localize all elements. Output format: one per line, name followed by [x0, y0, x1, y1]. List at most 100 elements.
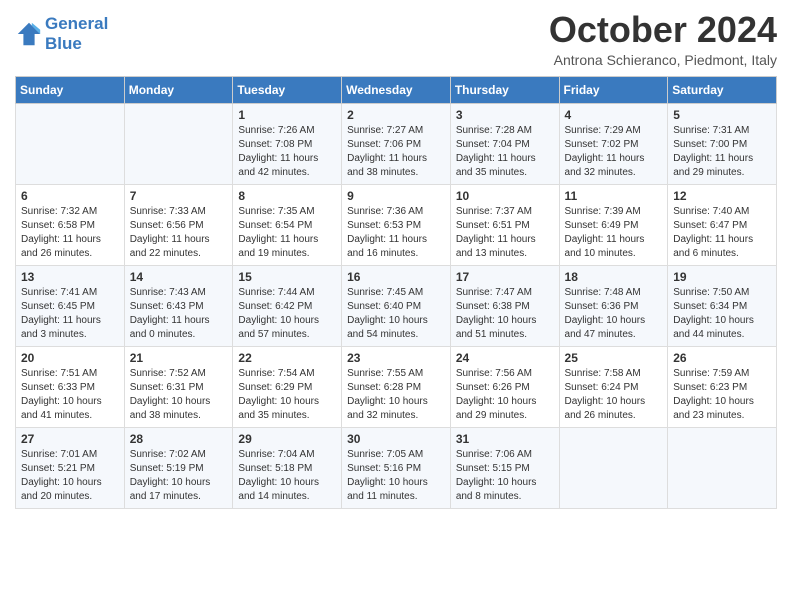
- day-number: 28: [130, 432, 228, 446]
- week-row-3: 13 Sunrise: 7:41 AMSunset: 6:45 PMDayligh…: [16, 265, 777, 346]
- cell-day: 14Sunrise: 7:43 AMSunset: 6:43 PMDayligh…: [124, 265, 233, 346]
- logo: General Blue: [15, 14, 108, 55]
- cell-day: 1Sunrise: 7:26 AMSunset: 7:08 PMDaylight…: [233, 103, 342, 184]
- calendar-table: Sunday Monday Tuesday Wednesday Thursday…: [15, 76, 777, 509]
- cell-day: 23 Sunrise: 7:55 AMSunset: 6:28 PMDayligh…: [342, 346, 451, 427]
- day-info: Sunrise: 7:31 AMSunset: 7:00 PMDaylight:…: [673, 124, 771, 180]
- day-number: 31: [456, 432, 554, 446]
- day-number: 6: [21, 189, 119, 203]
- col-saturday: Saturday: [668, 76, 777, 103]
- day-info: Sunrise: 7:58 AMSunset: 6:24 PMDaylight:…: [565, 367, 663, 423]
- day-number: 17: [456, 270, 554, 284]
- day-number: 3: [456, 108, 554, 122]
- logo-blue: Blue: [45, 34, 108, 54]
- day-number: 23: [347, 351, 445, 365]
- day-info: Sunrise: 7:47 AMSunset: 6:38 PMDaylight:…: [456, 286, 554, 342]
- header-row: Sunday Monday Tuesday Wednesday Thursday…: [16, 76, 777, 103]
- cell-day: 5 Sunrise: 7:31 AMSunset: 7:00 PMDaylight…: [668, 103, 777, 184]
- week-row-5: 27 Sunrise: 7:01 AMSunset: 5:21 PMDayligh…: [16, 427, 777, 508]
- day-info: Sunrise: 7:32 AMSunset: 6:58 PMDaylight:…: [21, 205, 119, 261]
- day-info: Sunrise: 7:48 AMSunset: 6:36 PMDaylight:…: [565, 286, 663, 342]
- day-info: Sunrise: 7:45 AMSunset: 6:40 PMDaylight:…: [347, 286, 445, 342]
- cell-day: 27 Sunrise: 7:01 AMSunset: 5:21 PMDayligh…: [16, 427, 125, 508]
- logo-icon: [15, 20, 43, 48]
- day-number: 24: [456, 351, 554, 365]
- cell-day: 26 Sunrise: 7:59 AMSunset: 6:23 PMDayligh…: [668, 346, 777, 427]
- day-info: Sunrise: 7:39 AMSunset: 6:49 PMDaylight:…: [565, 205, 663, 261]
- day-number: 18: [565, 270, 663, 284]
- logo-general: General: [45, 14, 108, 33]
- day-number: 8: [238, 189, 336, 203]
- cell-day: [124, 103, 233, 184]
- cell-day: 9 Sunrise: 7:36 AMSunset: 6:53 PMDaylight…: [342, 184, 451, 265]
- day-info: Sunrise: 7:36 AMSunset: 6:53 PMDaylight:…: [347, 205, 445, 261]
- col-friday: Friday: [559, 76, 668, 103]
- cell-day: 7Sunrise: 7:33 AMSunset: 6:56 PMDaylight…: [124, 184, 233, 265]
- title-block: October 2024 Antrona Schieranco, Piedmon…: [549, 10, 777, 68]
- day-number: 22: [238, 351, 336, 365]
- day-info: Sunrise: 7:28 AMSunset: 7:04 PMDaylight:…: [456, 124, 554, 180]
- cell-day: [16, 103, 125, 184]
- day-number: 26: [673, 351, 771, 365]
- cell-day: 12Sunrise: 7:40 AMSunset: 6:47 PMDayligh…: [668, 184, 777, 265]
- day-info: Sunrise: 7:44 AMSunset: 6:42 PMDaylight:…: [238, 286, 336, 342]
- header: General Blue October 2024 Antrona Schier…: [15, 10, 777, 68]
- cell-day: 16 Sunrise: 7:45 AMSunset: 6:40 PMDayligh…: [342, 265, 451, 346]
- cell-day: 20 Sunrise: 7:51 AMSunset: 6:33 PMDayligh…: [16, 346, 125, 427]
- day-number: 16: [347, 270, 445, 284]
- day-number: 19: [673, 270, 771, 284]
- month-title: October 2024: [549, 10, 777, 50]
- col-tuesday: Tuesday: [233, 76, 342, 103]
- day-number: 15: [238, 270, 336, 284]
- col-thursday: Thursday: [450, 76, 559, 103]
- day-number: 12: [673, 189, 771, 203]
- day-number: 11: [565, 189, 663, 203]
- cell-day: 25 Sunrise: 7:58 AMSunset: 6:24 PMDayligh…: [559, 346, 668, 427]
- cell-day: 24Sunrise: 7:56 AMSunset: 6:26 PMDayligh…: [450, 346, 559, 427]
- day-number: 10: [456, 189, 554, 203]
- day-info: Sunrise: 7:41 AMSunset: 6:45 PMDaylight:…: [21, 286, 119, 342]
- col-monday: Monday: [124, 76, 233, 103]
- day-info: Sunrise: 7:52 AMSunset: 6:31 PMDaylight:…: [130, 367, 228, 423]
- day-info: Sunrise: 7:50 AMSunset: 6:34 PMDaylight:…: [673, 286, 771, 342]
- day-info: Sunrise: 7:43 AMSunset: 6:43 PMDaylight:…: [130, 286, 228, 342]
- logo-text: General Blue: [45, 14, 108, 55]
- day-number: 27: [21, 432, 119, 446]
- cell-day: 19 Sunrise: 7:50 AMSunset: 6:34 PMDayligh…: [668, 265, 777, 346]
- day-info: Sunrise: 7:27 AMSunset: 7:06 PMDaylight:…: [347, 124, 445, 180]
- day-info: Sunrise: 7:59 AMSunset: 6:23 PMDaylight:…: [673, 367, 771, 423]
- day-info: Sunrise: 7:04 AMSunset: 5:18 PMDaylight:…: [238, 448, 336, 504]
- day-number: 7: [130, 189, 228, 203]
- day-number: 4: [565, 108, 663, 122]
- day-info: Sunrise: 7:54 AMSunset: 6:29 PMDaylight:…: [238, 367, 336, 423]
- location-subtitle: Antrona Schieranco, Piedmont, Italy: [549, 52, 777, 68]
- day-info: Sunrise: 7:51 AMSunset: 6:33 PMDaylight:…: [21, 367, 119, 423]
- calendar-page: General Blue October 2024 Antrona Schier…: [0, 0, 792, 524]
- day-number: 20: [21, 351, 119, 365]
- cell-day: 2Sunrise: 7:27 AMSunset: 7:06 PMDaylight…: [342, 103, 451, 184]
- day-info: Sunrise: 7:02 AMSunset: 5:19 PMDaylight:…: [130, 448, 228, 504]
- day-info: Sunrise: 7:35 AMSunset: 6:54 PMDaylight:…: [238, 205, 336, 261]
- day-info: Sunrise: 7:01 AMSunset: 5:21 PMDaylight:…: [21, 448, 119, 504]
- day-info: Sunrise: 7:05 AMSunset: 5:16 PMDaylight:…: [347, 448, 445, 504]
- day-number: 9: [347, 189, 445, 203]
- day-number: 25: [565, 351, 663, 365]
- day-info: Sunrise: 7:55 AMSunset: 6:28 PMDaylight:…: [347, 367, 445, 423]
- week-row-4: 20 Sunrise: 7:51 AMSunset: 6:33 PMDayligh…: [16, 346, 777, 427]
- day-number: 13: [21, 270, 119, 284]
- cell-day: 29Sunrise: 7:04 AMSunset: 5:18 PMDayligh…: [233, 427, 342, 508]
- col-sunday: Sunday: [16, 76, 125, 103]
- week-row-2: 6 Sunrise: 7:32 AMSunset: 6:58 PMDaylight…: [16, 184, 777, 265]
- day-info: Sunrise: 7:26 AMSunset: 7:08 PMDaylight:…: [238, 124, 336, 180]
- day-number: 5: [673, 108, 771, 122]
- cell-day: 10 Sunrise: 7:37 AMSunset: 6:51 PMDayligh…: [450, 184, 559, 265]
- cell-day: 21Sunrise: 7:52 AMSunset: 6:31 PMDayligh…: [124, 346, 233, 427]
- cell-day: [668, 427, 777, 508]
- cell-day: 15 Sunrise: 7:44 AMSunset: 6:42 PMDayligh…: [233, 265, 342, 346]
- day-info: Sunrise: 7:37 AMSunset: 6:51 PMDaylight:…: [456, 205, 554, 261]
- cell-day: 18 Sunrise: 7:48 AMSunset: 6:36 PMDayligh…: [559, 265, 668, 346]
- cell-day: 11 Sunrise: 7:39 AMSunset: 6:49 PMDayligh…: [559, 184, 668, 265]
- cell-day: 6 Sunrise: 7:32 AMSunset: 6:58 PMDaylight…: [16, 184, 125, 265]
- cell-day: [559, 427, 668, 508]
- day-info: Sunrise: 7:06 AMSunset: 5:15 PMDaylight:…: [456, 448, 554, 504]
